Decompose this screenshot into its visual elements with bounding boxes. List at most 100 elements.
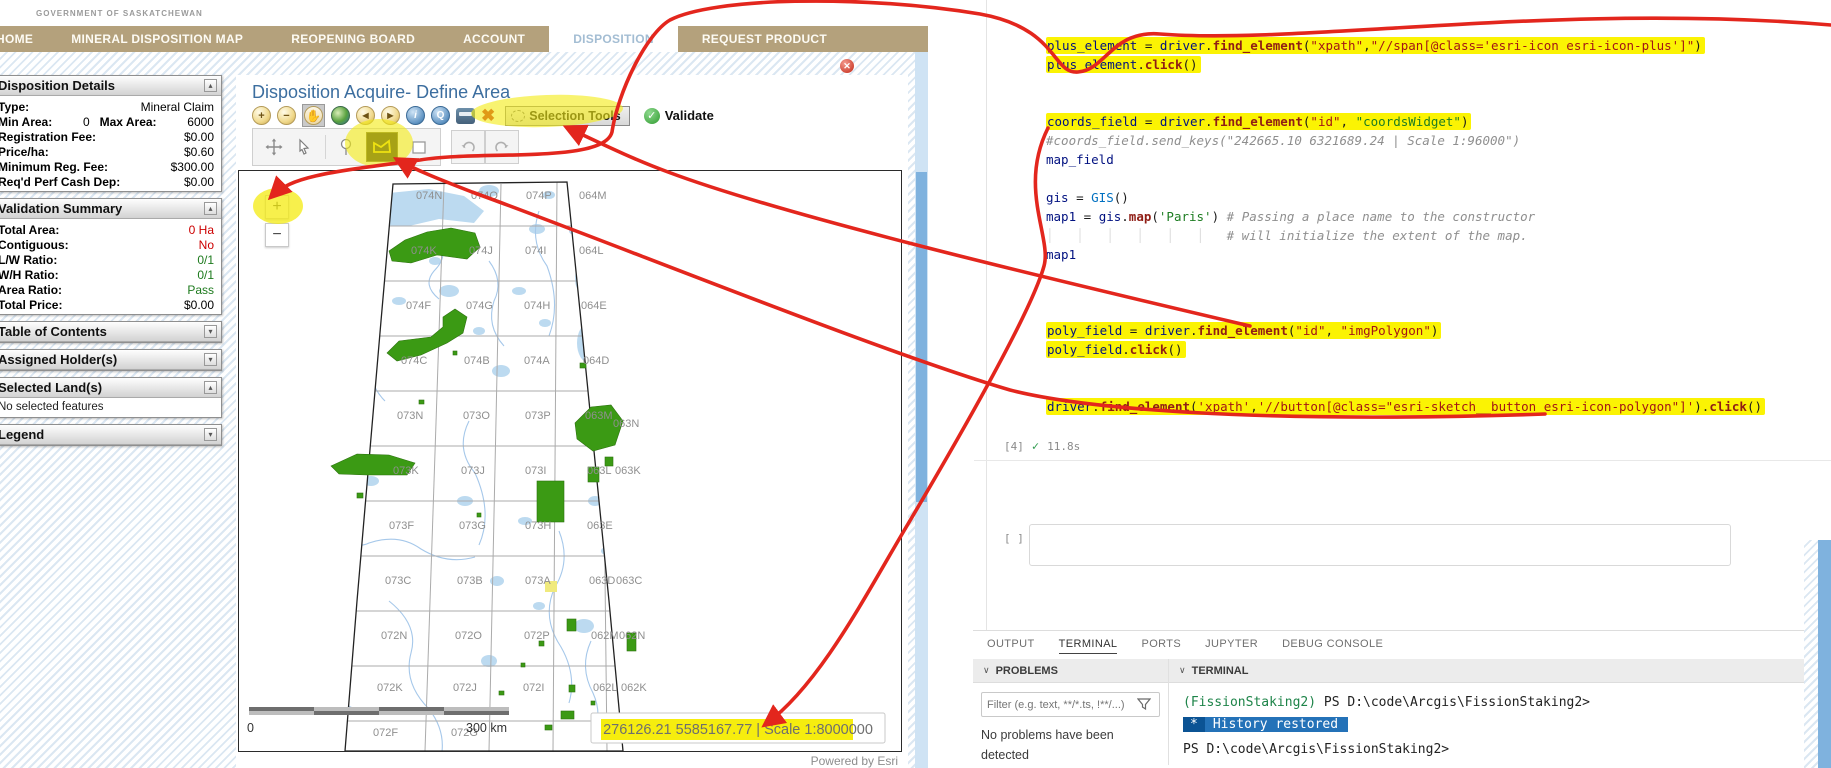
zoom-out-tool-icon[interactable]: − [277, 106, 296, 125]
panel-header[interactable]: Assigned Holder(s) ▾ [0, 350, 221, 370]
svg-text:074I: 074I [525, 245, 546, 257]
code-token: = [1122, 323, 1145, 338]
panel-header[interactable]: Legend ▾ [0, 425, 221, 445]
collapse-toggle-icon[interactable]: ▾ [204, 428, 217, 441]
collapse-toggle-icon[interactable]: ▴ [204, 79, 217, 92]
undo-button[interactable] [451, 130, 485, 164]
notebook-code-cell[interactable]: plus_element = driver.find_element("xpat… [1046, 37, 1766, 418]
panel-tab-terminal[interactable]: TERMINAL [1058, 638, 1118, 654]
map-canvas[interactable]: 074N 074O 074P 064M 074K 074J 074I 064L 074F 074G… [239, 171, 901, 752]
validate-button[interactable]: ✓ Validate [643, 107, 714, 124]
map-zoom-out-button[interactable]: − [265, 223, 289, 247]
panel-tab-ports[interactable]: PORTS [1141, 638, 1181, 654]
coords-widget: 276126.21 5585167.77 | Scale 1:8000000 [603, 722, 873, 738]
code-line[interactable] [1046, 304, 1765, 323]
code-line[interactable]: poly_field = driver.find_element("id", "… [1046, 322, 1765, 342]
collapse-toggle-icon[interactable]: ▾ [204, 353, 217, 366]
empty-cell-marker: [ ] [1004, 532, 1024, 545]
svg-text:073B: 073B [457, 575, 483, 587]
print-icon[interactable] [456, 107, 475, 124]
code-line[interactable]: coords_field = driver.find_element("id",… [1046, 113, 1765, 133]
terminal-body[interactable]: (FissionStaking2) PS D:\code\Arcgis\Fiss… [1169, 683, 1831, 761]
code-line[interactable]: map1 [1046, 247, 1765, 266]
rectangle-tool-icon[interactable] [410, 138, 428, 156]
browser-scrollbar[interactable] [915, 52, 928, 768]
collapse-toggle-icon[interactable]: ▴ [204, 381, 217, 394]
redo-button[interactable] [485, 130, 519, 164]
code-line[interactable] [1046, 380, 1765, 399]
row-label: Total Price: [0, 297, 63, 312]
collapse-toggle-icon[interactable]: ▾ [204, 325, 217, 338]
code-token: # Passing a place name to the constructo… [1226, 209, 1536, 224]
empty-notebook-cell[interactable] [1029, 524, 1731, 566]
panel-tab-debug-console[interactable]: DEBUG CONSOLE [1282, 638, 1383, 654]
clear-graphics-icon[interactable]: ✖ [481, 106, 495, 125]
nav-item-home[interactable]: HOME [0, 26, 47, 52]
code-line[interactable] [1046, 285, 1765, 304]
panel-header[interactable]: Validation Summary ▴ [0, 199, 221, 219]
svg-text:072O: 072O [455, 630, 482, 642]
nav-item-reopening-board[interactable]: REOPENING BOARD [267, 26, 439, 52]
code-line[interactable] [1046, 95, 1765, 114]
pan-tool-selected[interactable]: ✋ [302, 104, 325, 127]
panel-note: No selected features [0, 401, 104, 413]
full-extent-globe-icon[interactable] [331, 106, 350, 125]
problems-filter[interactable] [981, 692, 1160, 717]
code-line[interactable]: gis = GIS() [1046, 190, 1765, 209]
select-cursor-icon[interactable] [295, 138, 313, 156]
sketch-tool-group [252, 128, 441, 166]
problems-pane: ∨ PROBLEMS No problems have been detecte… [973, 659, 1169, 765]
code-line[interactable] [1046, 361, 1765, 380]
nav-item-request-product[interactable]: REQUEST PRODUCT [678, 26, 851, 52]
map-zoom-in-button[interactable]: + [265, 195, 289, 219]
identify-icon[interactable]: Q [431, 106, 450, 125]
nav-item-account[interactable]: ACCOUNT [439, 26, 549, 52]
polygon-tool-button[interactable] [366, 132, 398, 162]
code-token: "coordsWidget" [1355, 114, 1461, 129]
row-value: 0/1 [197, 267, 214, 282]
code-line[interactable] [1046, 266, 1765, 285]
map-frame: 074N 074O 074P 064M 074K 074J 074I 064L 074F 074G… [238, 170, 902, 752]
svg-text:063L: 063L [587, 465, 611, 477]
panel-header[interactable]: Table of Contents ▾ [0, 322, 221, 342]
row-value: $0.60 [183, 144, 214, 159]
move-tool-icon[interactable] [265, 138, 283, 156]
code-line[interactable]: │ │ │ │ │ │ # will initialize the extent… [1046, 228, 1765, 247]
detail-row: Min Area: 0 Max Area: 6000 [0, 114, 221, 129]
panel-tab-jupyter[interactable]: JUPYTER [1205, 638, 1258, 654]
code-line[interactable]: plus_element = driver.find_element("xpat… [1046, 37, 1765, 57]
zoom-previous-icon[interactable]: ◄ [356, 106, 375, 125]
panel-tab-output[interactable]: OUTPUT [987, 638, 1035, 654]
svg-text:073F: 073F [389, 520, 414, 532]
code-line[interactable] [1046, 171, 1765, 190]
panel-header[interactable]: Selected Land(s) ▴ [0, 378, 221, 398]
zoom-in-tool-icon[interactable]: + [252, 106, 271, 125]
code-line[interactable]: #coords_field.send_keys("242665.10 63216… [1046, 133, 1765, 152]
problems-filter-input[interactable] [987, 698, 1137, 711]
code-token: . [1205, 114, 1213, 129]
code-line[interactable]: map_field [1046, 152, 1765, 171]
info-icon[interactable]: i [406, 106, 425, 125]
zoom-next-icon[interactable]: ► [381, 106, 400, 125]
svg-text:072F: 072F [373, 727, 398, 739]
row-value: 0/1 [197, 252, 214, 267]
row-mid-value: 0 [82, 114, 90, 129]
scrollbar-thumb[interactable] [916, 172, 927, 502]
code-token: = [1068, 190, 1092, 205]
collapse-toggle-icon[interactable]: ▴ [204, 202, 217, 215]
selection-tools-button[interactable]: Selection Tools [505, 105, 630, 126]
terminal-header[interactable]: ∨ TERMINAL [1169, 659, 1831, 683]
code-line[interactable]: poly_field.click() [1046, 341, 1765, 361]
point-tool-icon[interactable] [338, 137, 354, 157]
nav-item-disposition[interactable]: DISPOSITION [549, 26, 678, 52]
problems-header[interactable]: ∨ PROBLEMS [973, 659, 1168, 683]
code-line[interactable]: driver.find_element('xpath','//button[@c… [1046, 398, 1766, 418]
code-token: map1 [1046, 209, 1077, 224]
error-badge-icon[interactable]: ✕ [840, 59, 854, 73]
nav-item-mineral-disposition-map[interactable]: MINERAL DISPOSITION MAP [47, 26, 267, 52]
panel-header[interactable]: Disposition Details ▴ [0, 76, 221, 96]
code-line[interactable] [1046, 76, 1765, 95]
code-line[interactable]: plus_element.click() [1046, 56, 1765, 76]
code-line[interactable]: map1 = gis.map('Paris') # Passing a plac… [1046, 209, 1765, 228]
problems-message: No problems have been detected in the wo… [973, 717, 1168, 768]
